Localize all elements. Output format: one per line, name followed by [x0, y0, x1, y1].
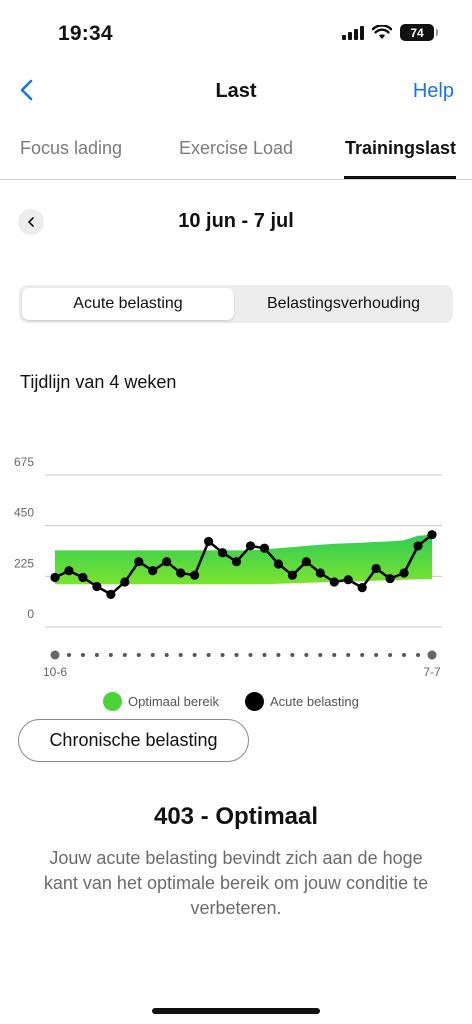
date-range-label: 10 jun - 7 jul — [178, 210, 294, 232]
x-axis-day-dot — [94, 653, 99, 657]
x-axis-day-dot — [276, 653, 281, 657]
acute-load-point — [92, 581, 102, 592]
segmented-control: Acute belasting Belastingsverhouding — [19, 285, 453, 323]
acute-load-point — [120, 577, 130, 587]
tab-exercise-load[interactable]: Exercise Load — [179, 138, 293, 159]
acute-load-point — [385, 573, 395, 584]
x-axis-day-dot — [206, 653, 211, 657]
x-axis-day-dot — [388, 653, 393, 657]
optimal-range-band — [55, 534, 432, 585]
x-axis-day-dot — [374, 653, 379, 657]
acute-load-point — [203, 536, 214, 547]
cellular-signal-icon — [342, 25, 364, 40]
x-axis-day-dot — [346, 653, 351, 657]
acute-load-point — [78, 572, 88, 583]
x-axis-day-dot — [290, 653, 295, 657]
battery-level: 74 — [410, 25, 424, 40]
acute-load-point — [399, 568, 409, 578]
acute-load-point — [427, 530, 437, 540]
status-icons: 74 — [342, 24, 438, 41]
x-axis-day-dot — [318, 653, 323, 657]
x-axis-day-dot — [248, 653, 253, 657]
legend-optimal-range: Optimaal bereik — [103, 692, 219, 711]
x-end-label: 7-7 — [423, 665, 441, 679]
x-axis-day-dot — [136, 653, 141, 657]
nav-bar: Last Help — [0, 70, 472, 114]
acute-load-point — [217, 548, 228, 558]
y-tick-label: 0 — [27, 607, 34, 621]
legend-label-acute: Acute belasting — [270, 694, 359, 709]
x-axis-day-dot — [234, 653, 239, 657]
x-axis-day-dot — [332, 653, 337, 657]
legend-swatch-acute — [245, 692, 264, 711]
y-tick-label: 225 — [14, 556, 34, 570]
wifi-icon — [372, 25, 392, 39]
acute-load-point — [64, 566, 74, 576]
x-axis-day-dot — [122, 653, 127, 657]
segment-belastingsverhouding[interactable]: Belastingsverhouding — [237, 288, 450, 320]
chronic-load-button[interactable]: Chronische belasting — [18, 719, 249, 762]
y-tick-label: 675 — [14, 455, 34, 469]
x-axis-day-dot — [164, 653, 169, 657]
x-axis-day-dot — [80, 653, 85, 657]
x-axis-endpoint — [50, 650, 60, 660]
x-axis-day-dot — [108, 653, 113, 657]
chart-legend: Optimaal bereik Acute belasting — [0, 690, 472, 714]
acute-load-point — [259, 543, 270, 553]
tab-bar: Focus lading Exercise Load Trainingslast — [0, 118, 472, 180]
segment-acute-belasting[interactable]: Acute belasting — [22, 288, 234, 320]
x-axis-day-dot — [192, 653, 197, 657]
page-title: Last — [215, 80, 257, 102]
acute-load-point — [329, 577, 339, 587]
acute-load-point — [106, 589, 116, 599]
acute-load-point — [301, 557, 311, 567]
acute-load-point — [190, 570, 200, 580]
x-axis-day-dot — [66, 653, 71, 657]
acute-load-chart: 675 450 225 0 10-6 7-7 — [14, 455, 442, 679]
legend-label-optimal: Optimaal bereik — [128, 694, 220, 709]
acute-load-point — [287, 570, 297, 580]
x-axis-day-dot — [360, 653, 365, 657]
acute-load-point — [371, 563, 381, 574]
acute-load-point — [231, 557, 242, 567]
status-bar: 19:34 74 — [0, 0, 472, 60]
acute-load-point — [50, 572, 60, 583]
acute-load-point — [273, 559, 284, 569]
legend-acute-load: Acute belasting — [245, 692, 359, 711]
tab-trainingslast[interactable]: Trainingslast — [345, 138, 456, 159]
acute-load-point — [245, 541, 256, 551]
acute-load-point — [413, 541, 423, 551]
date-range-row: 10 jun - 7 jul — [0, 200, 472, 244]
status-time: 19:34 — [58, 22, 113, 45]
help-link[interactable]: Help — [413, 80, 454, 103]
x-start-label: 10-6 — [43, 665, 67, 679]
acute-load-point — [148, 566, 158, 576]
result-title: 403 - Optimaal — [153, 803, 319, 830]
x-axis-endpoint — [427, 650, 437, 660]
battery-icon: 74 — [400, 24, 438, 41]
acute-load-point — [315, 568, 325, 578]
x-axis-day-dot — [178, 653, 183, 657]
x-axis-day-dot — [262, 653, 267, 657]
y-tick-label: 450 — [14, 506, 34, 520]
acute-load-point — [357, 582, 367, 593]
result-description: Jouw acute belasting bevindt zich aan de… — [43, 848, 429, 918]
active-tab-underline — [344, 176, 456, 179]
acute-load-point — [176, 568, 186, 578]
x-axis-day-dot — [416, 653, 421, 657]
timeline-title: Tijdlijn van 4 weken — [20, 372, 177, 392]
home-indicator — [152, 1008, 320, 1014]
tab-focus-lading[interactable]: Focus lading — [20, 138, 122, 159]
x-axis-day-dot — [150, 653, 155, 657]
x-axis-day-dot — [220, 653, 225, 657]
x-axis-day-dot — [402, 653, 407, 657]
acute-load-point — [343, 575, 353, 585]
acute-load-point — [162, 557, 172, 567]
legend-swatch-optimal — [103, 692, 122, 711]
x-axis-day-dot — [304, 653, 309, 657]
acute-load-point — [134, 557, 144, 567]
